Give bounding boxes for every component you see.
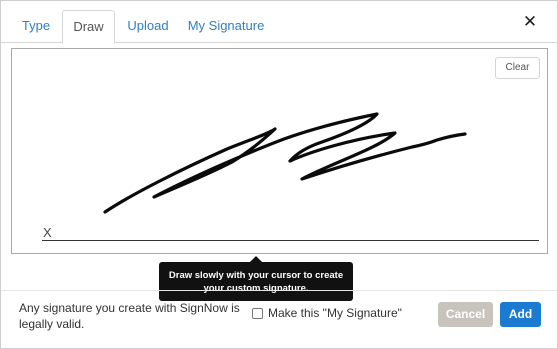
my-signature-checkbox-label[interactable]: Make this "My Signature" [268,306,402,320]
drawn-signature [103,112,467,214]
draw-hint-tooltip: Draw slowly with your cursor to create y… [159,262,353,301]
tab-bar: Type Draw Upload My Signature ✕ [1,1,557,44]
tooltip-line-2: your custom signature. [203,282,309,294]
tooltip-line-1: Draw slowly with your cursor to create [168,269,344,281]
add-button[interactable]: Add [500,302,541,327]
legal-notice: Any signature you create with SignNow is… [19,301,240,331]
cancel-button[interactable]: Cancel [438,302,493,327]
tab-type[interactable]: Type [15,10,57,44]
close-icon[interactable]: ✕ [522,13,538,31]
signature-draw-area[interactable]: Clear X [11,48,548,254]
signature-x-mark: X [43,225,52,240]
signature-baseline [42,240,539,241]
my-signature-checkbox[interactable] [252,308,263,319]
tab-my-signature[interactable]: My Signature [186,10,266,44]
tab-upload[interactable]: Upload [122,10,174,44]
footer-divider [1,290,557,291]
signature-dialog: Type Draw Upload My Signature ✕ Clear X … [0,0,558,349]
tab-draw[interactable]: Draw [62,10,115,44]
